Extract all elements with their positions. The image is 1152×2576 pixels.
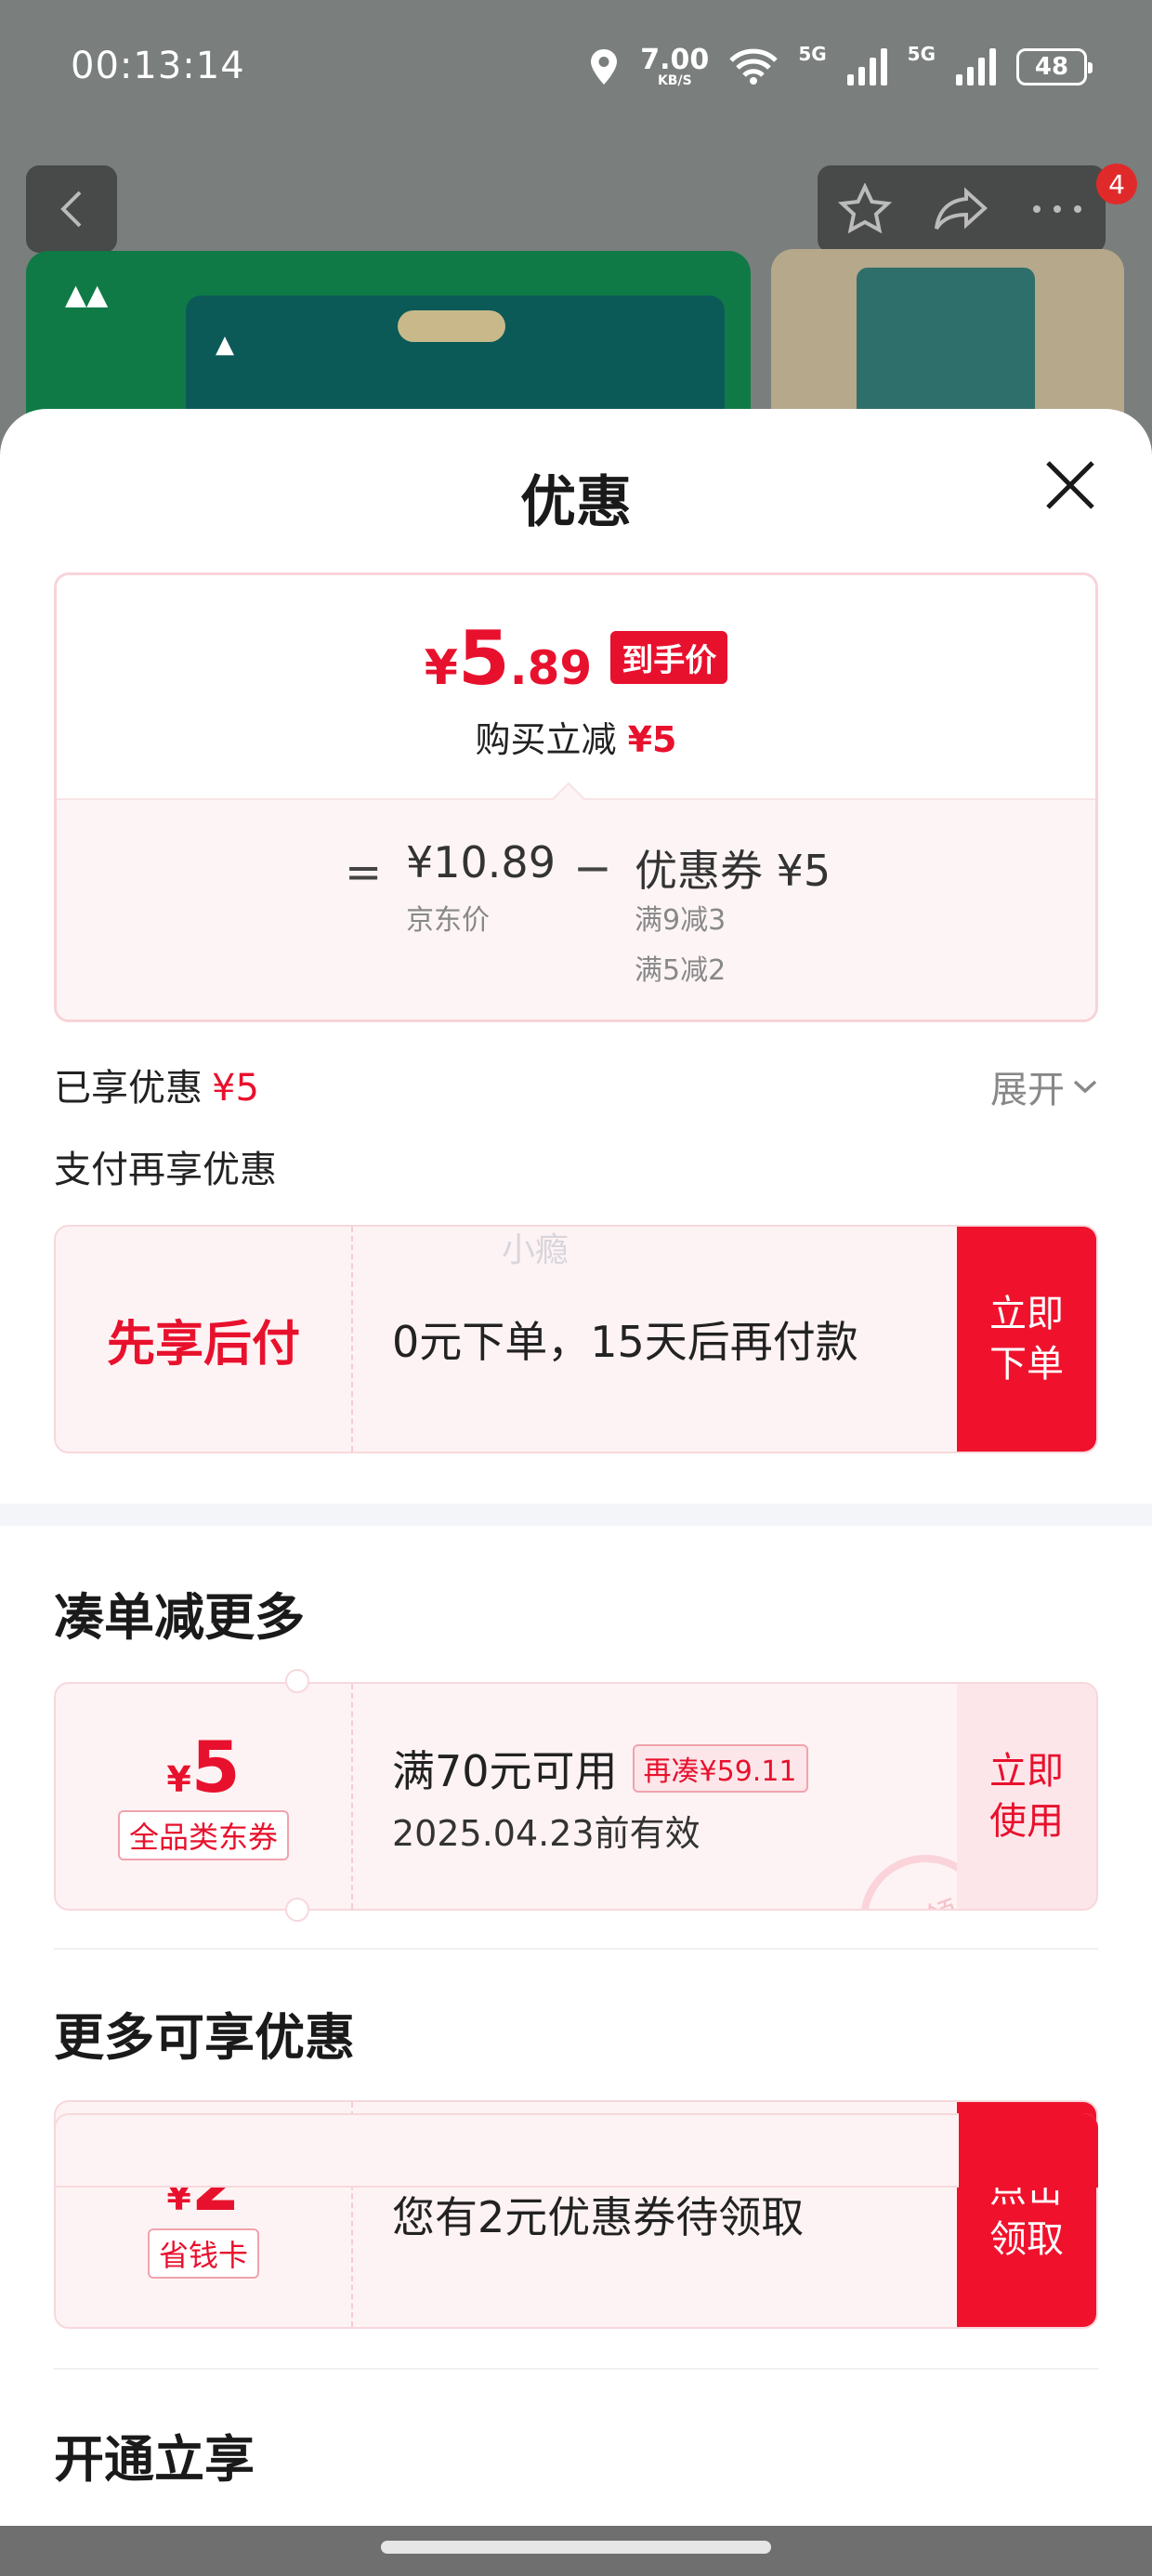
more-dots-icon[interactable]	[1029, 203, 1085, 216]
product-image-1-hanger	[398, 310, 505, 342]
brand-logo-2-icon: ▲	[216, 331, 234, 359]
home-indicator[interactable]	[381, 2541, 771, 2554]
share-icon[interactable]	[933, 186, 988, 232]
coupon-jd-validity: 2025.04.23前有效	[392, 1812, 700, 1854]
cart-count-badge: 4	[1096, 164, 1137, 204]
final-price-decimal: .89	[509, 641, 593, 695]
coupon-rule-2: 满5减2	[635, 954, 727, 987]
top-action-bar	[818, 165, 1106, 253]
savings-type: 省钱卡	[147, 2228, 259, 2279]
minus-sign: −	[573, 841, 612, 895]
discount-sheet: 优惠 ¥ 5 .89 到手价 购买立减 ¥5 = ¥10.89 京东价 − 优惠券…	[0, 409, 1152, 2576]
chevron-left-icon	[60, 191, 82, 228]
price-breakdown-card: ¥ 5 .89 到手价 购买立减 ¥5 = ¥10.89 京东价 − 优惠券 ¥5…	[54, 572, 1098, 1022]
divider-line	[54, 1948, 1098, 1950]
use-now-button[interactable]: 立即 使用	[957, 1684, 1096, 1909]
coupon-jd-condition: 满70元可用	[392, 1745, 618, 1796]
bnpl-description: 0元下单，15天后再付款	[392, 1317, 858, 1367]
sim2-5g-label: 5G	[907, 43, 936, 65]
bnpl-card: 先享后付 0元下单，15天后再付款 立即 下单	[54, 1225, 1098, 1453]
coupon-jd-amount: ¥ 5	[166, 1732, 240, 1803]
section-more-heading: 凑单减更多	[54, 1588, 305, 1647]
equals-sign: =	[345, 847, 383, 899]
coupon-discount-value: 优惠券 ¥5	[635, 846, 831, 896]
coupon-rule-1: 满9减3	[635, 904, 727, 937]
coupon-card-jd: ¥ 5 全品类东券 满70元可用 再凑¥59.11 2025.04.23前有效 …	[54, 1682, 1098, 1911]
coupon-jd-gap-tag: 再凑¥59.11	[632, 1743, 808, 1793]
price-formula	[57, 800, 1095, 1019]
final-price-yen: ¥	[424, 640, 458, 696]
enjoyed-discount-value: ¥5	[212, 1067, 259, 1110]
divider-line-2	[54, 2368, 1098, 2370]
membership-button-peek[interactable]	[959, 2113, 1098, 2188]
coupon-jd-yen: ¥	[166, 1759, 191, 1800]
price-summary: ¥ 5 .89 到手价 购买立减 ¥5	[57, 575, 1095, 800]
chevron-down-icon	[1073, 1080, 1097, 1094]
pay-more-heading: 支付再享优惠	[54, 1149, 277, 1191]
brand-logo-icon: ▲▲	[65, 279, 109, 311]
bnpl-body: 0元下单，15天后再付款	[392, 1227, 948, 1452]
order-now-button[interactable]: 立即 下单	[957, 1227, 1096, 1452]
instant-discount-value: ¥5	[627, 719, 677, 760]
instant-discount-label: 购买立减	[475, 719, 617, 760]
sim1-5g-label: 5G	[798, 43, 827, 65]
jd-price-label: 京东价	[406, 904, 490, 937]
bnpl-left: 先享后付	[56, 1227, 353, 1452]
final-price-integer: 5	[457, 615, 510, 702]
final-price-tag: 到手价	[610, 631, 728, 684]
order-now-label: 立即 下单	[989, 1293, 1064, 1386]
final-price: ¥ 5 .89 到手价	[57, 622, 1095, 697]
coupon-jd-value: 5	[190, 1726, 241, 1808]
back-button[interactable]	[26, 165, 117, 253]
jd-price-value: ¥10.89	[406, 837, 556, 887]
section-divider	[0, 1504, 1152, 1526]
network-speed-unit: KB/S	[657, 73, 692, 88]
battery-level: 48	[1034, 53, 1069, 81]
savings-description: 您有2元优惠券待领取	[392, 2192, 805, 2242]
instant-discount: 购买立减 ¥5	[57, 711, 1095, 762]
coupon-jd-left: ¥ 5 全品类东券	[56, 1684, 353, 1909]
watermark: 小瘾	[502, 1231, 569, 1269]
signal-bars-1-icon	[846, 48, 887, 85]
membership-card-peek	[54, 2113, 1098, 2188]
status-icons: 7.00 KB/S 5G 5G 48	[588, 41, 1093, 93]
sheet-title: 优惠	[520, 470, 632, 535]
ticket-notch-top	[285, 1669, 309, 1693]
status-bar: 00:13:14 7.00 KB/S 5G 5G 48	[0, 0, 1152, 139]
favorite-star-icon[interactable]	[838, 183, 892, 235]
wifi-icon	[729, 48, 779, 85]
status-time: 00:13:14	[71, 45, 245, 87]
section-open-heading: 开通立享	[54, 2430, 255, 2489]
section-enjoy-heading: 更多可享优惠	[54, 2008, 355, 2067]
enjoyed-discount: 已享优惠 ¥5	[54, 1058, 259, 1111]
bnpl-title: 先享后付	[106, 1316, 300, 1373]
coupon-jd-body: 满70元可用 再凑¥59.11 2025.04.23前有效	[392, 1684, 948, 1909]
coupon-jd-type: 全品类东券	[117, 1810, 289, 1860]
location-icon	[591, 49, 618, 85]
close-button[interactable]	[1042, 457, 1098, 513]
use-now-label: 立即 使用	[989, 1750, 1064, 1843]
claimed-stamp-label: 已领	[885, 1886, 964, 1909]
enjoyed-discount-label: 已享优惠	[54, 1067, 203, 1110]
signal-bars-2-icon	[956, 48, 996, 85]
battery-icon: 48	[1016, 48, 1093, 85]
expand-toggle[interactable]: 展开	[990, 1059, 1098, 1113]
coupon-jd-condition-row: 满70元可用 再凑¥59.11	[392, 1738, 948, 1799]
network-speed-value: 7.00	[640, 44, 710, 76]
expand-label: 展开	[990, 1069, 1065, 1111]
network-speed: 7.00 KB/S	[640, 44, 710, 88]
close-icon	[1046, 461, 1094, 509]
ticket-notch-bottom	[285, 1898, 309, 1922]
